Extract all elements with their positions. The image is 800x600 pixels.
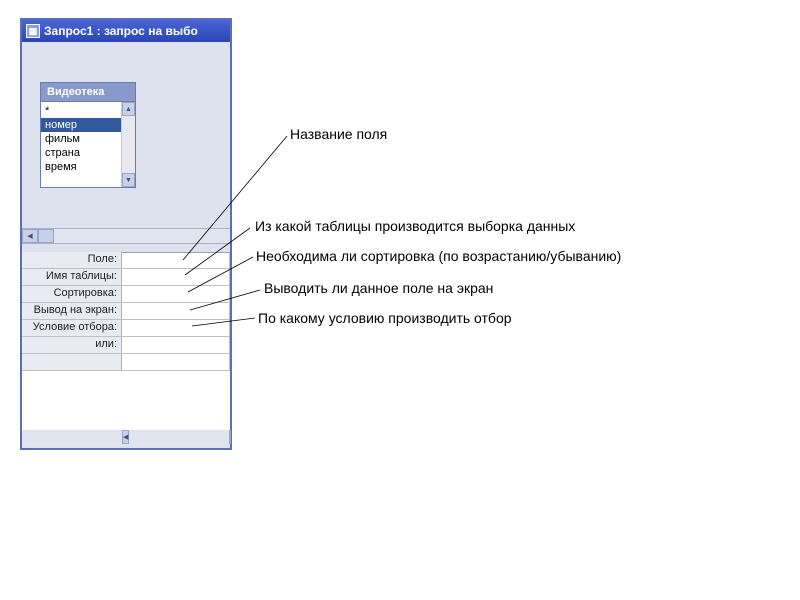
row-label: Поле: [22, 252, 122, 268]
pane-splitter-scrollbar[interactable]: ◀ [22, 228, 230, 244]
window-title: Запрос1 : запрос на выбо [44, 24, 198, 38]
row-label: Вывод на экран: [22, 303, 122, 319]
field-list[interactable]: * номер фильм страна время ▲ ▼ [40, 102, 136, 188]
scroll-left-icon[interactable]: ◀ [122, 430, 129, 444]
annotation-criteria: По какому условию производить отбор [258, 310, 512, 326]
row-label: Имя таблицы: [22, 269, 122, 285]
bottom-scrollbar[interactable]: ◀ [22, 430, 230, 446]
grid-cell[interactable] [122, 252, 230, 268]
query-designer-window: ▦ Запрос1 : запрос на выбо Видеотека * н… [20, 18, 232, 450]
grid-row-criteria: Условие отбора: [22, 320, 230, 337]
grid-cell[interactable] [122, 354, 230, 370]
grid-cell[interactable] [122, 286, 230, 302]
grid-cell[interactable] [122, 269, 230, 285]
scroll-up-icon[interactable]: ▲ [122, 102, 135, 116]
grid-cell[interactable] [122, 303, 230, 319]
grid-row-or: или: [22, 337, 230, 354]
list-scrollbar[interactable]: ▲ ▼ [121, 102, 135, 187]
row-label: Условие отбора: [22, 320, 122, 336]
grid-row-table: Имя таблицы: [22, 269, 230, 286]
scroll-left-icon[interactable]: ◀ [22, 229, 38, 243]
app-icon: ▦ [26, 24, 40, 38]
annotation-sorting: Необходима ли сортировка (по возрастанию… [256, 248, 621, 264]
scroll-thumb[interactable] [229, 430, 231, 444]
client-area: Видеотека * номер фильм страна время ▲ ▼… [22, 42, 230, 448]
grid-row-sort: Сортировка: [22, 286, 230, 303]
annotation-field-name: Название поля [290, 126, 387, 142]
query-grid: Поле: Имя таблицы: Сортировка: Вывод на … [22, 252, 230, 430]
annotation-show: Выводить ли данное поле на экран [264, 280, 493, 296]
grid-row-show: Вывод на экран: [22, 303, 230, 320]
scroll-thumb[interactable] [38, 229, 54, 243]
grid-row-field: Поле: [22, 252, 230, 269]
grid-row-blank [22, 354, 230, 371]
table-header[interactable]: Видеотека [40, 82, 136, 102]
titlebar[interactable]: ▦ Запрос1 : запрос на выбо [22, 20, 230, 42]
annotation-table-name: Из какой таблицы производится выборка да… [255, 218, 575, 234]
table-box[interactable]: Видеотека * номер фильм страна время ▲ ▼ [40, 82, 136, 188]
grid-cell[interactable] [122, 337, 230, 353]
row-label [22, 354, 122, 370]
row-label: Сортировка: [22, 286, 122, 302]
scroll-down-icon[interactable]: ▼ [122, 173, 135, 187]
grid-cell[interactable] [122, 320, 230, 336]
row-label: или: [22, 337, 122, 353]
